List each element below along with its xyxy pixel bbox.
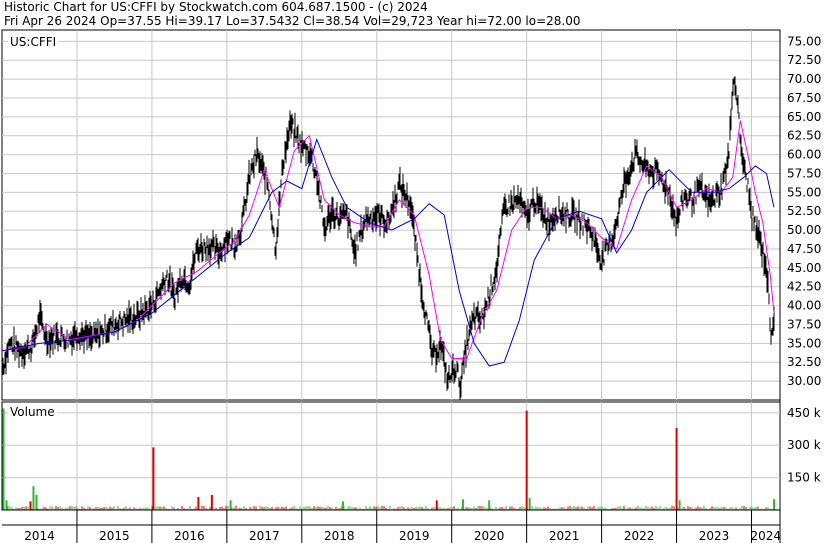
price-tick-label: 52.50 <box>787 204 821 218</box>
x-tick-label: 2021 <box>549 529 580 543</box>
x-tick-label: 2016 <box>174 529 205 543</box>
price-tick-label: 32.50 <box>787 355 821 369</box>
x-tick-label: 2019 <box>399 529 430 543</box>
x-tick-label: 2023 <box>699 529 730 543</box>
price-tick-label: 37.50 <box>787 317 821 331</box>
price-tick-label: 47.50 <box>787 242 821 256</box>
x-tick-label: 2017 <box>249 529 280 543</box>
x-tick-label: 2018 <box>324 529 355 543</box>
price-tick-label: 55.00 <box>787 185 821 199</box>
header-title: Historic Chart for US:CFFI by Stockwatch… <box>4 0 428 14</box>
price-tick-label: 70.00 <box>787 72 821 86</box>
price-tick-label: 72.50 <box>787 53 821 67</box>
price-tick-label: 60.00 <box>787 148 821 162</box>
price-tick-label: 42.50 <box>787 280 821 294</box>
price-tick-label: 50.00 <box>787 223 821 237</box>
price-tick-label: 65.00 <box>787 110 821 124</box>
price-tick-label: 67.50 <box>787 91 821 105</box>
volume-tick-label: 300 k <box>787 438 821 452</box>
x-tick-label: 2014 <box>24 529 55 543</box>
stock-chart: 75.00 72.50 70.00 67.50 65.00 62.50 60.00 57.50… <box>1 29 821 543</box>
price-tick-label: 57.50 <box>787 166 821 180</box>
volume-title: Volume <box>8 405 57 419</box>
volume-panel: 450 k 300 k 150 k <box>1 401 821 511</box>
header-quote: Fri Apr 26 2024 Op=37.55 Hi=39.17 Lo=37.… <box>4 14 581 28</box>
x-axis: 2014 2015 2016 2017 2018 2019 2020 2021 2022 2023… <box>2 509 781 543</box>
price-tick-label: 75.00 <box>787 34 821 48</box>
x-tick-label: 2022 <box>624 529 655 543</box>
x-tick-label: 2024 <box>750 529 781 543</box>
price-tick-label: 40.00 <box>787 299 821 313</box>
volume-plot-frame <box>1 401 781 511</box>
price-tick-label: 45.00 <box>787 261 821 275</box>
price-tick-label: 30.00 <box>787 374 821 388</box>
price-tick-label: 35.00 <box>787 336 821 350</box>
x-tick-label: 2015 <box>99 529 130 543</box>
symbol-label: US:CFFI <box>8 35 59 49</box>
volume-tick-label: 150 k <box>787 471 821 485</box>
price-tick-label: 62.50 <box>787 129 821 143</box>
x-tick-label: 2020 <box>474 529 505 543</box>
volume-tick-label: 450 k <box>787 406 821 420</box>
chart-header: Historic Chart for US:CFFI by Stockwatch… <box>4 0 824 28</box>
